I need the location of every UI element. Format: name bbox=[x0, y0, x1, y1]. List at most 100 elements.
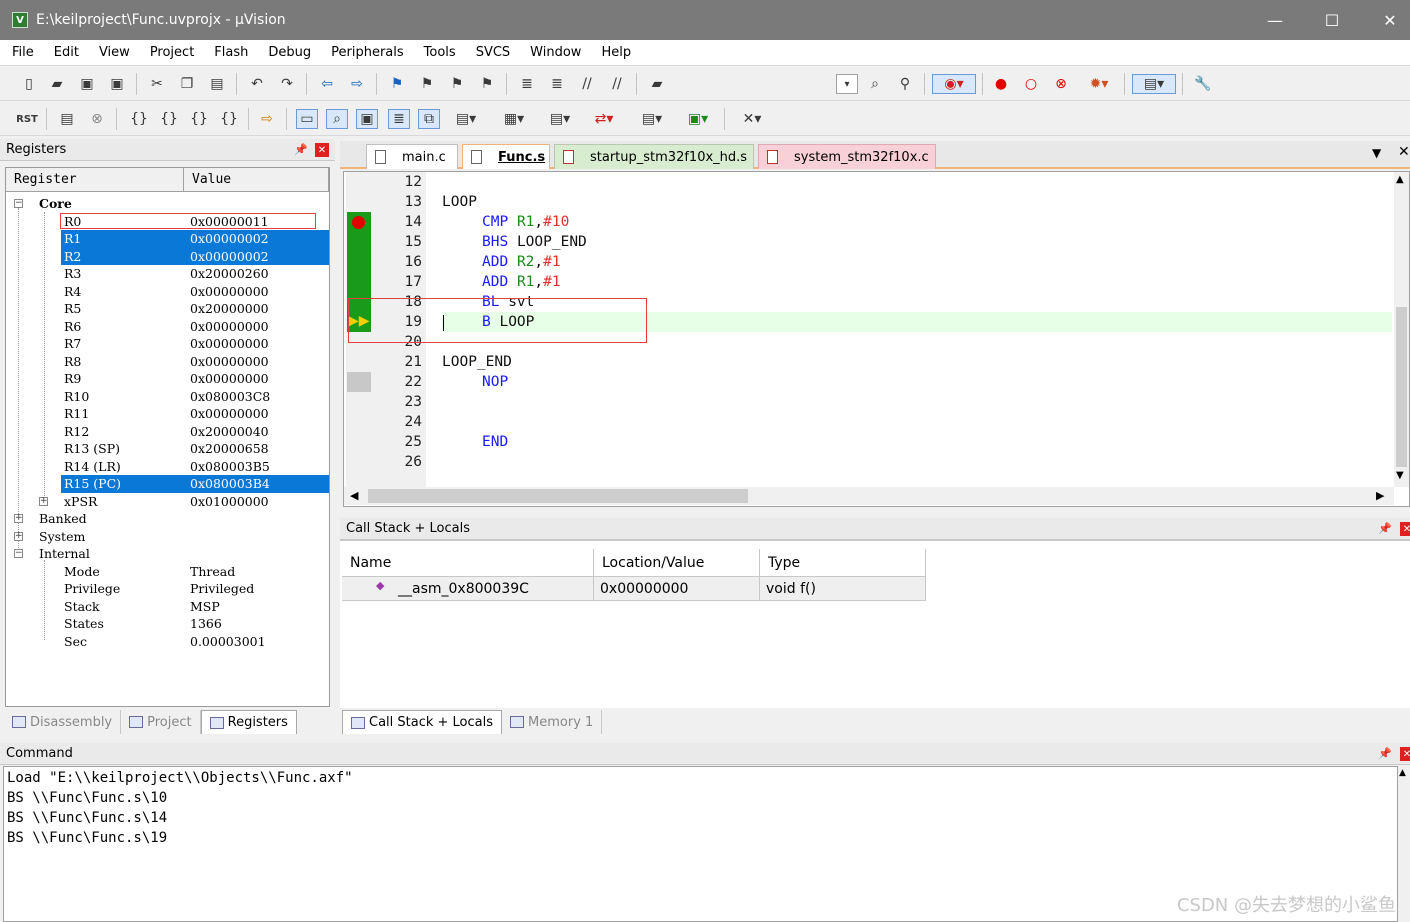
copy-icon[interactable]: ❐ bbox=[176, 74, 198, 94]
register-row[interactable]: R10 0x080003C8 bbox=[6, 388, 329, 406]
scroll-up-icon[interactable]: ▲ bbox=[1399, 768, 1406, 778]
register-row[interactable]: R12 0x20000040 bbox=[6, 423, 329, 441]
save-icon[interactable]: ▣ bbox=[76, 74, 98, 94]
register-row[interactable]: R4 0x00000000 bbox=[6, 283, 329, 301]
minimize-button[interactable]: — bbox=[1246, 0, 1304, 40]
trace-window-icon[interactable]: ▤▾ bbox=[634, 109, 670, 129]
register-row[interactable]: R9 0x00000000 bbox=[6, 370, 329, 388]
tab-project[interactable]: Project bbox=[121, 710, 201, 734]
breakpoint-icon[interactable] bbox=[352, 216, 365, 229]
analysis-window-icon[interactable]: ⇄▾ bbox=[586, 109, 622, 129]
menu-edit[interactable]: Edit bbox=[42, 45, 87, 60]
paste-icon[interactable]: ▤ bbox=[206, 74, 228, 94]
menu-flash[interactable]: Flash bbox=[202, 45, 256, 60]
symbols-window-icon[interactable]: ▣ bbox=[356, 109, 378, 129]
tab-registers[interactable]: Registers bbox=[200, 710, 297, 734]
tab-memory-1[interactable]: Memory 1 bbox=[502, 710, 603, 734]
register-row[interactable]: R0 0x00000011 bbox=[6, 213, 329, 231]
tab-system[interactable]: system_stm32f10x.c bbox=[758, 144, 936, 169]
maximize-button[interactable]: ☐ bbox=[1303, 0, 1361, 40]
scroll-up-icon[interactable]: ▲ bbox=[1396, 174, 1404, 185]
configure-icon[interactable]: 🔧 bbox=[1192, 74, 1214, 94]
scroll-left-icon[interactable]: ◀ bbox=[350, 489, 358, 502]
step-over-icon[interactable]: {} bbox=[158, 109, 180, 129]
window-layout-icon[interactable]: ▤▾ bbox=[1132, 74, 1176, 94]
new-file-icon[interactable]: ▯ bbox=[18, 74, 40, 94]
memory-window-icon[interactable]: ▦▾ bbox=[494, 109, 534, 129]
register-row[interactable]: R5 0x20000000 bbox=[6, 300, 329, 318]
internal-row[interactable]: Stack MSP bbox=[6, 598, 329, 616]
location-column-header[interactable]: Location/Value bbox=[594, 549, 760, 577]
disassembly-window-icon[interactable]: ⌕ bbox=[326, 109, 348, 129]
tab-disassembly[interactable]: Disassembly bbox=[4, 710, 122, 734]
menu-tools[interactable]: Tools bbox=[412, 45, 464, 60]
internal-row[interactable]: Mode Thread bbox=[6, 563, 329, 581]
nav-back-icon[interactable]: ⇦ bbox=[316, 74, 338, 94]
menu-svcs[interactable]: SVCS bbox=[464, 45, 518, 60]
disable-all-breakpoints-icon[interactable]: ⊗ bbox=[1050, 74, 1072, 94]
register-row[interactable]: R14 (LR) 0x080003B5 bbox=[6, 458, 329, 476]
expand-icon[interactable]: + bbox=[14, 531, 23, 541]
tree-node-system[interactable]: + System bbox=[6, 528, 329, 546]
register-row[interactable]: R3 0x20000260 bbox=[6, 265, 329, 283]
tree-node-banked[interactable]: + Banked bbox=[6, 510, 329, 528]
register-row[interactable]: R2 0x00000002 bbox=[6, 247, 329, 265]
register-row[interactable]: R13 (SP) 0x20000658 bbox=[6, 440, 329, 458]
next-bookmark-icon[interactable]: ⚑ bbox=[446, 74, 468, 94]
find-in-files-icon[interactable]: ▰ bbox=[646, 74, 668, 94]
register-row[interactable]: R6 0x00000000 bbox=[6, 318, 329, 336]
register-row[interactable]: + xPSR 0x01000000 bbox=[6, 493, 329, 511]
bookmark-icon[interactable]: ⚑ bbox=[386, 74, 408, 94]
insert-breakpoint-icon[interactable]: ● bbox=[990, 74, 1012, 94]
name-column-header[interactable]: Name bbox=[342, 549, 594, 577]
internal-row[interactable]: States 1366 bbox=[6, 615, 329, 633]
toolbox-icon[interactable]: ✕▾ bbox=[734, 109, 770, 129]
enable-breakpoint-icon[interactable]: ○ bbox=[1020, 74, 1042, 94]
uncomment-icon[interactable]: // bbox=[606, 74, 628, 94]
pin-icon[interactable]: 📌 bbox=[1378, 747, 1392, 760]
comment-icon[interactable]: // bbox=[576, 74, 598, 94]
tab-list-chevron-icon[interactable]: ▼ bbox=[1372, 146, 1381, 160]
internal-row[interactable]: Sec 0.00003001 bbox=[6, 633, 329, 651]
menu-file[interactable]: File bbox=[0, 45, 42, 60]
registers-window-icon[interactable]: ≣ bbox=[388, 109, 410, 129]
pin-icon[interactable]: 📌 bbox=[294, 143, 308, 156]
command-vertical-scrollbar[interactable]: ▲ bbox=[1398, 766, 1410, 922]
indent-icon[interactable]: ≣ bbox=[516, 74, 538, 94]
tab-startup[interactable]: startup_stm32f10x_hd.s bbox=[554, 144, 754, 169]
expand-icon[interactable]: + bbox=[14, 514, 23, 523]
menu-debug[interactable]: Debug bbox=[256, 45, 319, 60]
close-panel-icon[interactable]: ✕ bbox=[315, 143, 329, 157]
close-tab-icon[interactable]: ✕ bbox=[1398, 144, 1410, 160]
tree-node-internal[interactable]: − Internal bbox=[6, 545, 329, 563]
find-icon[interactable]: ⌕ bbox=[864, 74, 886, 94]
tab-call-stack[interactable]: Call Stack + Locals bbox=[342, 710, 503, 734]
cut-icon[interactable]: ✂ bbox=[146, 74, 168, 94]
close-panel-icon[interactable]: ✕ bbox=[1400, 522, 1410, 536]
menu-help[interactable]: Help bbox=[589, 45, 639, 60]
close-button[interactable]: ✕ bbox=[1361, 0, 1410, 40]
debug-session-icon[interactable]: ◉▾ bbox=[932, 74, 976, 94]
call-stack-window-icon[interactable]: ⧉ bbox=[418, 109, 440, 129]
kill-breakpoints-icon[interactable]: ✹▾ bbox=[1082, 74, 1116, 94]
run-icon[interactable]: ▤ bbox=[56, 109, 78, 129]
clear-bookmarks-icon[interactable]: ⚑ bbox=[476, 74, 498, 94]
dropdown-chevron-icon[interactable]: ▾ bbox=[836, 74, 858, 94]
pin-icon[interactable]: 📌 bbox=[1378, 522, 1392, 535]
register-row[interactable]: R1 0x00000002 bbox=[6, 230, 329, 248]
save-all-icon[interactable]: ▣ bbox=[106, 74, 128, 94]
command-window-icon[interactable]: ▭ bbox=[296, 109, 318, 129]
step-into-icon[interactable]: {} bbox=[128, 109, 150, 129]
prev-bookmark-icon[interactable]: ⚑ bbox=[416, 74, 438, 94]
menu-project[interactable]: Project bbox=[138, 45, 202, 60]
editor-horizontal-scrollbar[interactable]: ◀ ▶ bbox=[344, 487, 1394, 505]
menu-view[interactable]: View bbox=[87, 45, 138, 60]
code-editor[interactable]: ▶▶ 12 13 14 15 16 17 18 19 20 21 22 23 2… bbox=[343, 171, 1410, 507]
register-row[interactable]: R8 0x00000000 bbox=[6, 353, 329, 371]
unindent-icon[interactable]: ≣ bbox=[546, 74, 568, 94]
register-row[interactable]: R7 0x00000000 bbox=[6, 335, 329, 353]
expand-icon[interactable]: + bbox=[39, 496, 48, 506]
nav-forward-icon[interactable]: ⇨ bbox=[346, 74, 368, 94]
register-row[interactable]: R11 0x00000000 bbox=[6, 405, 329, 423]
value-column-header[interactable]: Value bbox=[184, 168, 329, 192]
